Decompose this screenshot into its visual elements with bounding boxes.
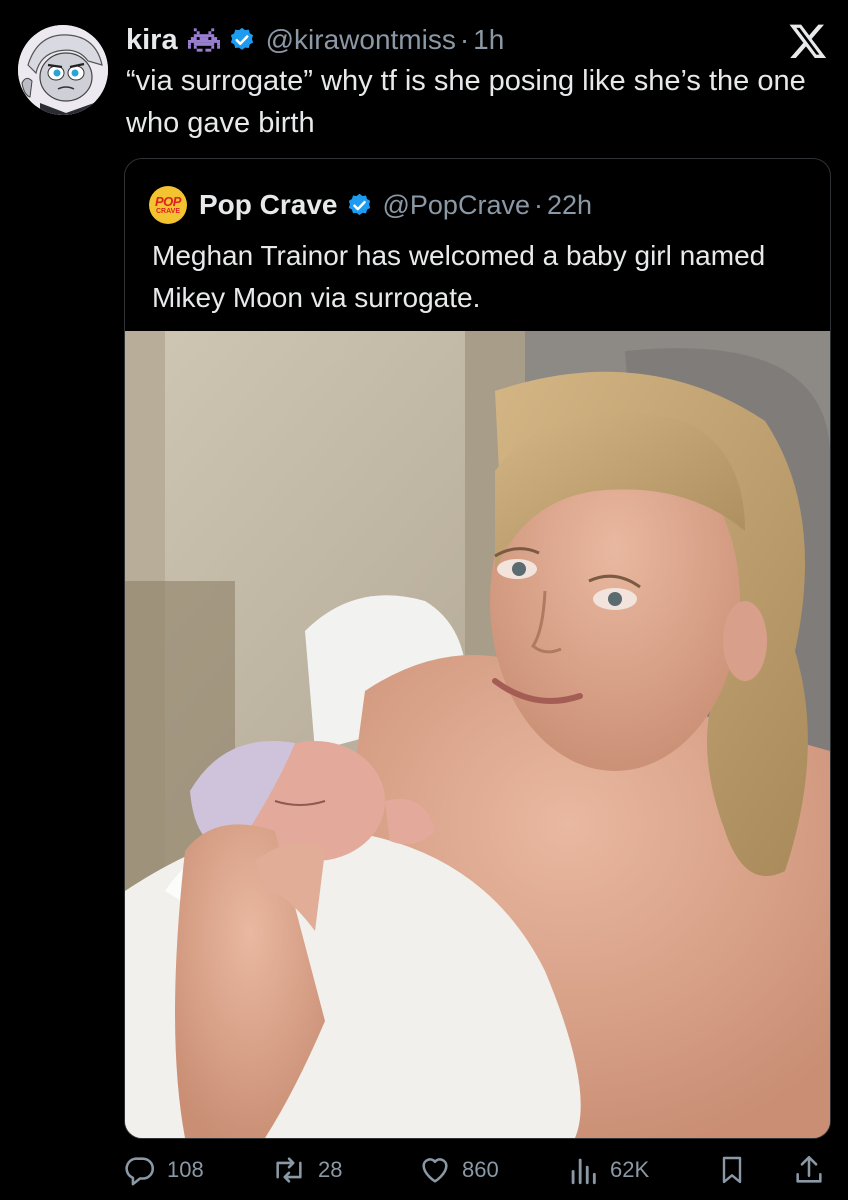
handle[interactable]: @kirawontmiss <box>266 24 456 56</box>
action-bar: 108 28 860 62K <box>0 1150 848 1190</box>
tweet-text: “via surrogate” why tf is she posing lik… <box>126 65 806 139</box>
retweet-count: 28 <box>318 1157 343 1182</box>
logo-text-bottom: CRAVE <box>156 207 180 215</box>
x-logo-icon <box>788 21 828 61</box>
heart-icon <box>418 1153 452 1187</box>
verified-badge-icon <box>228 26 256 54</box>
avatar[interactable] <box>18 25 108 115</box>
quoted-tweet[interactable]: POP CRAVE Pop Crave @PopCrave · 22h Megh… <box>124 158 831 1139</box>
quoted-timestamp[interactable]: 22h <box>547 190 592 221</box>
views-button[interactable]: 62K <box>566 1150 649 1190</box>
retweet-icon <box>270 1153 308 1187</box>
verified-badge-icon <box>346 192 373 219</box>
separator-dot: · <box>533 189 543 220</box>
cartoon-avatar-image <box>18 25 108 115</box>
bookmark-icon <box>716 1153 748 1187</box>
quoted-tweet-text: Meghan Trainor has welcomed a baby girl … <box>152 240 766 313</box>
retweet-button[interactable]: 28 <box>270 1150 342 1190</box>
quoted-handle[interactable]: @PopCrave <box>383 190 530 221</box>
quoted-tweet-header: POP CRAVE Pop Crave @PopCrave · 22h <box>149 185 592 225</box>
tweet-header: kira @kirawontmiss · 1h <box>126 20 818 60</box>
reply-icon <box>123 1153 157 1187</box>
pop-crave-logo[interactable]: POP CRAVE <box>149 186 187 224</box>
display-name[interactable]: kira <box>126 24 178 57</box>
share-icon <box>792 1153 826 1187</box>
reply-count: 108 <box>167 1157 204 1182</box>
reply-button[interactable]: 108 <box>123 1150 204 1190</box>
like-button[interactable]: 860 <box>418 1150 499 1190</box>
share-button[interactable] <box>792 1150 826 1190</box>
tweet: kira @kirawontmiss · 1h “via surrogate” … <box>0 0 848 1200</box>
space-invader-emoji-icon <box>187 26 220 54</box>
views-count: 62K <box>610 1157 650 1182</box>
separator-dot: · <box>459 24 470 55</box>
like-count: 860 <box>462 1157 499 1182</box>
bookmark-button[interactable] <box>716 1150 748 1190</box>
quoted-tweet-photo[interactable] <box>125 331 830 1138</box>
logo-text-top: POP <box>155 193 181 209</box>
newborn-photo-image <box>125 331 830 1138</box>
quoted-display-name[interactable]: Pop Crave <box>199 189 338 221</box>
timestamp[interactable]: 1h <box>473 24 504 56</box>
views-chart-icon <box>566 1153 600 1187</box>
